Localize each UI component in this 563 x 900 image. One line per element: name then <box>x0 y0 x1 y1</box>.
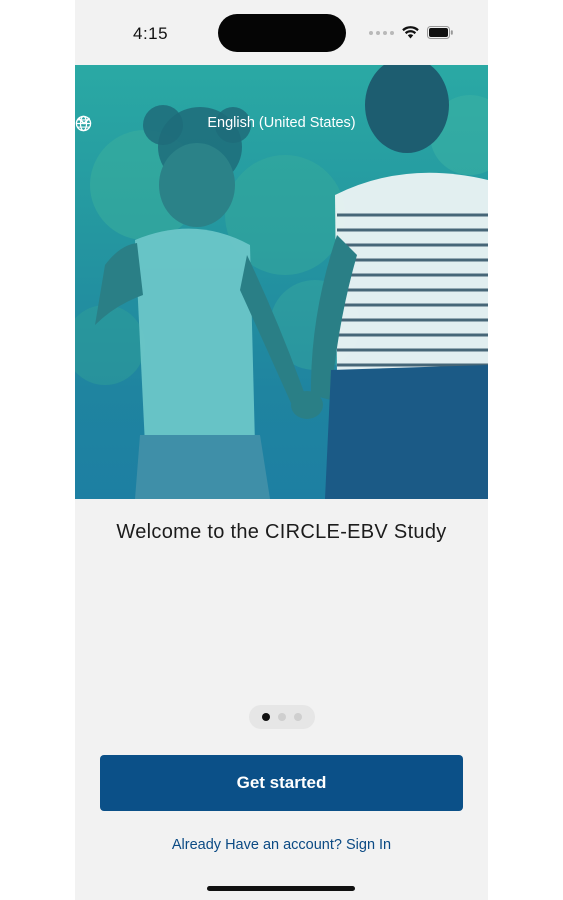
status-bar: 4:15 <box>75 0 488 65</box>
status-time: 4:15 <box>133 24 169 43</box>
status-icons <box>369 26 454 39</box>
signal-dots-icon <box>369 30 394 35</box>
battery-icon <box>427 26 453 39</box>
wifi-icon <box>402 26 419 39</box>
page-dot-2[interactable] <box>278 713 286 721</box>
phone-screen: 4:15 English (United States) Welcome to … <box>75 0 488 900</box>
home-indicator[interactable] <box>207 886 355 891</box>
dynamic-island <box>218 14 346 52</box>
hero-image: English (United States) <box>75 65 488 499</box>
page-dot-3[interactable] <box>294 713 302 721</box>
page-indicator[interactable] <box>249 705 315 729</box>
language-selector[interactable]: English (United States) <box>75 115 488 132</box>
page-dot-1[interactable] <box>262 713 270 721</box>
language-label: English (United States) <box>207 115 356 131</box>
sign-in-link[interactable]: Already Have an account? Sign In <box>75 837 488 853</box>
chevron-down-icon <box>78 117 90 125</box>
get-started-button[interactable]: Get started <box>100 755 463 811</box>
welcome-title: Welcome to the CIRCLE-EBV Study <box>116 521 447 543</box>
